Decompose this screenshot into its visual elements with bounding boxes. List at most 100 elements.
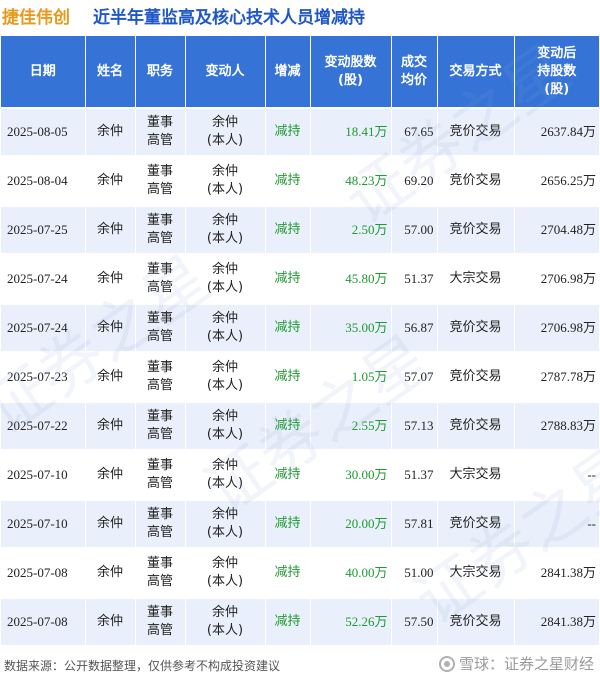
position-cell-text: 高管: [146, 623, 173, 638]
position-cell-text: 高管: [146, 427, 173, 442]
direction-cell-text: 减持: [274, 467, 301, 482]
name-cell: 余仲: [85, 352, 136, 403]
changer-cell-text: 余仲: [211, 360, 238, 375]
header-label: 增减: [274, 63, 301, 79]
snowball-icon: [438, 655, 455, 672]
position-cell-text: 董事: [146, 213, 173, 228]
col-shares-header: 变动股数 (股): [310, 36, 392, 109]
shares-cell: 52.26万: [310, 597, 392, 648]
position-cell: 董事 高管: [135, 499, 186, 550]
shares-cell-text: 2.50万: [351, 222, 388, 237]
position-cell: 董事 高管: [135, 450, 186, 501]
changer-cell: 余仲 (本人): [185, 597, 266, 648]
shares-cell: 45.80万: [310, 254, 392, 305]
page-title: 近半年董监高及核心技术人员增减持: [93, 8, 365, 28]
changer-cell: 余仲 (本人): [185, 205, 266, 256]
position-cell-text: 董事: [146, 164, 173, 179]
price-cell: 51.00: [391, 548, 438, 599]
changer-cell: 余仲 (本人): [185, 450, 266, 501]
header-label: 变动后: [537, 45, 577, 61]
table-row: 2025-07-08 余仲 董事 高管 余仲 (本人) 减持 40.00万 51.00 大宗交易 2…: [1, 548, 599, 599]
changer-cell-text: (本人): [206, 280, 244, 295]
table-row: 2025-07-10 余仲 董事 高管 余仲 (本人) 减持 20.00万 57.81 竞价交易 -…: [1, 499, 599, 550]
header-label: 均价: [400, 72, 427, 88]
method-cell-text: 竞价交易: [449, 124, 502, 139]
header: 捷佳伟创 近半年董监高及核心技术人员增减持: [0, 0, 600, 33]
position-cell-text: 高管: [146, 574, 173, 589]
changer-cell-text: (本人): [206, 329, 244, 344]
direction-cell: 减持: [265, 156, 311, 207]
price-cell: 57.07: [391, 352, 438, 403]
direction-cell-text: 减持: [274, 320, 301, 335]
changer-cell-text: 余仲: [211, 507, 238, 522]
date-cell: 2025-07-22: [1, 401, 86, 452]
shares-cell: 18.41万: [310, 108, 392, 158]
method-cell-text: 竞价交易: [449, 418, 502, 433]
method-cell-text: 大宗交易: [449, 271, 502, 286]
date-cell-text: 2025-07-08: [7, 565, 68, 580]
name-cell-text: 余仲: [96, 369, 123, 384]
direction-cell-text: 减持: [274, 516, 301, 531]
date-cell: 2025-07-10: [1, 499, 86, 550]
position-cell: 董事 高管: [135, 548, 186, 599]
date-cell: 2025-07-25: [1, 205, 86, 256]
changer-cell: 余仲 (本人): [185, 352, 266, 403]
position-cell-text: 董事: [146, 556, 173, 571]
changer-cell-text: (本人): [206, 133, 244, 148]
footer: 数据来源：公开数据整理，仅供参考不构成投资建议 雪球：证券之星财经: [0, 650, 600, 679]
shares-cell: 20.00万: [310, 499, 392, 550]
price-cell-text: 57.00: [404, 222, 434, 237]
position-cell-text: 董事: [146, 262, 173, 277]
date-cell-text: 2025-07-24: [7, 271, 68, 286]
after-cell: 2704.48万: [514, 205, 599, 256]
method-cell: 竞价交易: [437, 499, 515, 550]
name-cell: 余仲: [85, 205, 136, 256]
insider-trading-table: 日期 姓名 职务 变动人 增减 变动股数 (股) 成交 均价 交易方式 变动后 持股数 (股) 2025…: [1, 36, 599, 648]
changer-cell: 余仲 (本人): [185, 108, 266, 158]
col-after-header: 变动后 持股数 (股): [514, 36, 599, 109]
method-cell: 大宗交易: [437, 548, 515, 599]
position-cell: 董事 高管: [135, 156, 186, 207]
shares-cell: 1.05万: [310, 352, 392, 403]
position-cell-text: 高管: [146, 280, 173, 295]
changer-cell-text: 余仲: [211, 262, 238, 277]
date-cell: 2025-07-24: [1, 254, 86, 305]
position-cell-text: 董事: [146, 507, 173, 522]
position-cell-text: 董事: [146, 115, 173, 130]
date-cell-text: 2025-07-08: [7, 614, 68, 629]
method-cell: 大宗交易: [437, 254, 515, 305]
table-row: 2025-08-04 余仲 董事 高管 余仲 (本人) 减持 48.23万 69.20 竞价交易 2…: [1, 156, 599, 207]
price-cell-text: 69.20: [404, 173, 434, 188]
header-label: 成交: [400, 54, 427, 70]
position-cell-text: 董事: [146, 458, 173, 473]
after-cell-text: 2787.78万: [540, 369, 596, 384]
date-cell-text: 2025-07-25: [7, 222, 68, 237]
method-cell: 竞价交易: [437, 205, 515, 256]
date-cell-text: 2025-07-22: [7, 418, 68, 433]
name-cell: 余仲: [85, 108, 136, 158]
position-cell-text: 高管: [146, 329, 173, 344]
changer-cell: 余仲 (本人): [185, 303, 266, 354]
after-cell-text: 2706.98万: [540, 271, 596, 286]
method-cell: 竞价交易: [437, 156, 515, 207]
position-cell: 董事 高管: [135, 205, 186, 256]
method-cell-text: 大宗交易: [449, 565, 502, 580]
changer-cell-text: 余仲: [211, 213, 238, 228]
position-cell-text: 高管: [146, 476, 173, 491]
after-cell-text: 2706.98万: [540, 320, 596, 335]
changer-cell: 余仲 (本人): [185, 499, 266, 550]
price-cell-text: 57.13: [404, 418, 434, 433]
shares-cell: 30.00万: [310, 450, 392, 501]
shares-cell: 40.00万: [310, 548, 392, 599]
method-cell-text: 竞价交易: [449, 173, 502, 188]
method-cell: 竞价交易: [437, 597, 515, 648]
position-cell: 董事 高管: [135, 597, 186, 648]
position-cell-text: 董事: [146, 360, 173, 375]
shares-cell: 2.50万: [310, 205, 392, 256]
position-cell-text: 高管: [146, 133, 173, 148]
method-cell: 竞价交易: [437, 303, 515, 354]
name-cell: 余仲: [85, 401, 136, 452]
method-cell: 竞价交易: [437, 108, 515, 158]
after-cell-text: --: [587, 516, 596, 531]
changer-cell-text: (本人): [206, 574, 244, 589]
